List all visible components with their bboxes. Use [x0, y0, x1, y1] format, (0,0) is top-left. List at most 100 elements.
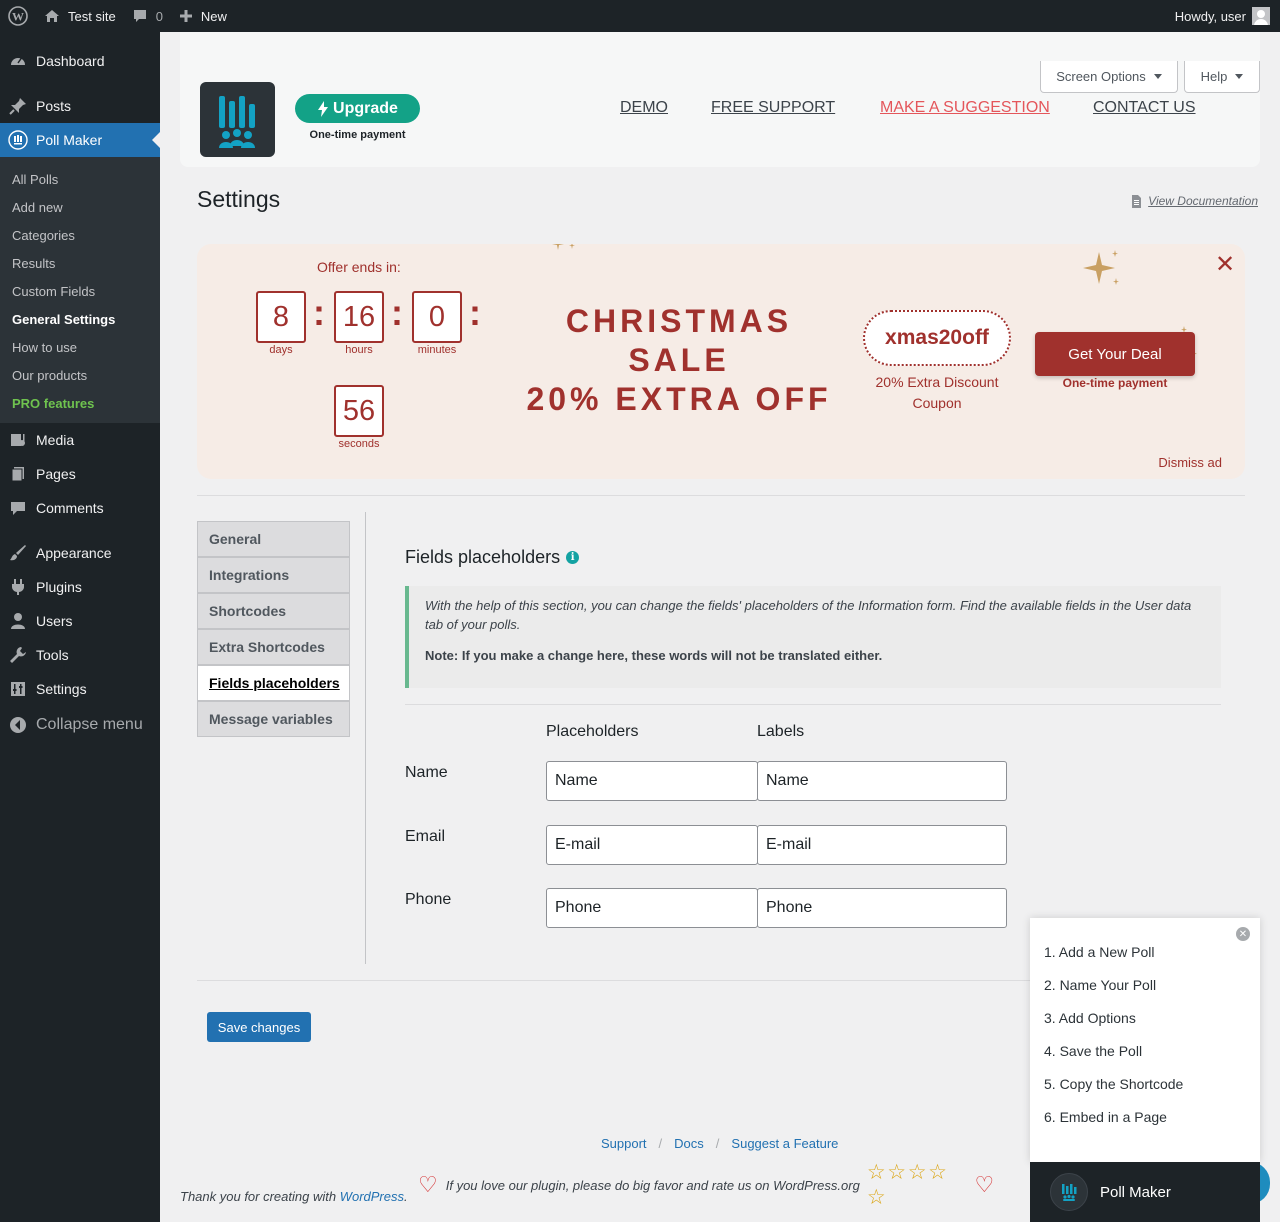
guide-bar[interactable]: Poll Maker — [1030, 1162, 1260, 1222]
submenu-custom-fields[interactable]: Custom Fields — [0, 277, 160, 305]
menu-users[interactable]: Users — [0, 604, 160, 638]
menu-posts[interactable]: Posts — [0, 89, 160, 123]
one-time-payment-text: One-time payment — [309, 129, 406, 141]
make-suggestion-link[interactable]: MAKE A SUGGESTION — [880, 99, 1050, 117]
screen-options-button[interactable]: Screen Options — [1040, 61, 1178, 93]
dismiss-ad-link[interactable]: Dismiss ad — [1158, 455, 1222, 470]
get-your-deal-button[interactable]: Get Your Deal — [1035, 332, 1195, 376]
document-icon — [1132, 194, 1142, 208]
submenu-general-settings[interactable]: General Settings — [0, 305, 160, 333]
thanks-text: Thank you for creating with — [180, 1189, 337, 1204]
notice-note: Note: If you make a change here, these w… — [425, 648, 883, 663]
name-placeholder-input[interactable]: Name — [546, 761, 758, 801]
footer-suggest-link[interactable]: Suggest a Feature — [731, 1136, 838, 1151]
collapse-menu-label: Collapse menu — [36, 716, 143, 733]
site-name-link[interactable]: Test site — [36, 0, 124, 32]
tab-message-variables[interactable]: Message variables — [197, 701, 350, 737]
menu-dashboard-label: Dashboard — [36, 53, 105, 69]
submenu-add-new[interactable]: Add new — [0, 193, 160, 221]
submenu-all-polls[interactable]: All Polls — [0, 165, 160, 193]
guide-step[interactable]: 1. Add a New Poll — [1044, 944, 1155, 960]
phone-placeholder-input[interactable]: Phone — [546, 888, 758, 928]
my-account-link[interactable]: Howdy, user — [1167, 0, 1280, 32]
menu-pages[interactable]: Pages — [0, 457, 160, 491]
divider — [405, 704, 1221, 705]
footer-thanks: Thank you for creating with WordPress. — [180, 1189, 408, 1204]
menu-appearance[interactable]: Appearance — [0, 536, 160, 570]
tab-extra-shortcodes[interactable]: Extra Shortcodes — [197, 629, 350, 665]
menu-media[interactable]: Media — [0, 423, 160, 457]
rating-stars[interactable]: ☆ ☆ ☆ ☆ ☆ — [867, 1160, 967, 1210]
heart-icon: ♡ — [974, 1172, 995, 1197]
help-label: Help — [1200, 69, 1228, 84]
star-icon[interactable]: ☆ — [928, 1161, 947, 1184]
comment-icon — [8, 498, 28, 518]
footer-separator: / — [715, 1136, 720, 1151]
menu-dashboard[interactable]: Dashboard — [0, 44, 160, 78]
submenu-results[interactable]: Results — [0, 249, 160, 277]
save-changes-button[interactable]: Save changes — [207, 1012, 311, 1042]
wordpress-logo-icon[interactable]: W — [0, 0, 36, 32]
submenu-our-products[interactable]: Our products — [0, 361, 160, 389]
collapse-menu-button[interactable]: Collapse menu — [0, 708, 160, 742]
coupon-code[interactable]: xmas20off — [863, 310, 1011, 366]
free-support-link[interactable]: FREE SUPPORT — [711, 99, 835, 117]
guide-bar-title: Poll Maker — [1100, 1183, 1171, 1201]
poll-maker-logo — [200, 82, 275, 157]
star-icon[interactable]: ☆ — [867, 1161, 886, 1184]
submenu-categories[interactable]: Categories — [0, 221, 160, 249]
menu-tools[interactable]: Tools — [0, 638, 160, 672]
close-icon[interactable]: ✕ — [1215, 250, 1235, 279]
upgrade-button[interactable]: Upgrade — [295, 94, 420, 123]
menu-plugins[interactable]: Plugins — [0, 570, 160, 604]
guide-step[interactable]: 5. Copy the Shortcode — [1044, 1076, 1183, 1092]
guide-step[interactable]: 2. Name Your Poll — [1044, 977, 1156, 993]
help-button[interactable]: Help — [1184, 61, 1260, 93]
comments-link[interactable]: 0 — [124, 0, 171, 32]
star-icon[interactable]: ☆ — [887, 1161, 906, 1184]
coupon-description: 20% Extra Discount Coupon — [875, 374, 999, 411]
tab-general[interactable]: General — [197, 521, 350, 557]
countdown-minutes: 0 — [412, 291, 462, 343]
close-icon[interactable]: ✕ — [1236, 927, 1250, 941]
lightning-icon — [318, 100, 329, 117]
menu-poll-maker[interactable]: Poll Maker — [0, 123, 160, 157]
guide-step[interactable]: 3. Add Options — [1044, 1010, 1136, 1026]
guide-step[interactable]: 6. Embed in a Page — [1044, 1109, 1167, 1125]
info-icon[interactable]: i — [566, 551, 580, 564]
submenu-pro-features[interactable]: PRO features — [0, 389, 160, 417]
tab-fields-placeholders[interactable]: Fields placeholders — [197, 665, 350, 701]
footer-support-link[interactable]: Support — [601, 1136, 647, 1151]
submenu-how-to-use[interactable]: How to use — [0, 333, 160, 361]
contact-us-link[interactable]: CONTACT US — [1093, 99, 1196, 117]
getting-started-guide: ✕ 1. Add a New Poll 2. Name Your Poll 3.… — [1030, 918, 1260, 1162]
phone-label-input[interactable]: Phone — [757, 888, 1007, 928]
new-label: New — [200, 8, 227, 24]
new-content-link[interactable]: New — [171, 0, 235, 32]
screen-options-label: Screen Options — [1056, 69, 1146, 84]
plugin-icon — [8, 577, 28, 597]
star-icon[interactable]: ☆ — [867, 1186, 886, 1209]
view-documentation-label: View Documentation — [1148, 194, 1258, 208]
poll-maker-icon — [8, 130, 28, 150]
deal-one-time-payment-text: One-time payment — [1062, 376, 1168, 390]
sale-line-1: CHRISTMAS — [565, 303, 793, 339]
tab-integrations[interactable]: Integrations — [197, 557, 350, 593]
howdy-text: Howdy, user — [1174, 8, 1246, 24]
star-icon[interactable]: ☆ — [908, 1161, 927, 1184]
section-title: Fields placeholders i — [405, 547, 580, 568]
view-documentation-link[interactable]: View Documentation — [1131, 194, 1258, 208]
email-label-input[interactable]: E-mail — [757, 825, 1007, 865]
countdown-seconds-label: seconds — [338, 438, 380, 450]
tab-shortcodes[interactable]: Shortcodes — [197, 593, 350, 629]
guide-step[interactable]: 4. Save the Poll — [1044, 1043, 1142, 1059]
menu-comments[interactable]: Comments — [0, 491, 160, 525]
email-placeholder-input[interactable]: E-mail — [546, 825, 758, 865]
heart-icon: ♡ — [418, 1172, 438, 1197]
svg-text:W: W — [12, 10, 24, 24]
demo-link[interactable]: DEMO — [620, 99, 668, 117]
menu-settings[interactable]: Settings — [0, 672, 160, 706]
footer-docs-link[interactable]: Docs — [674, 1136, 704, 1151]
wordpress-link[interactable]: WordPress — [340, 1189, 404, 1204]
name-label-input[interactable]: Name — [757, 761, 1007, 801]
